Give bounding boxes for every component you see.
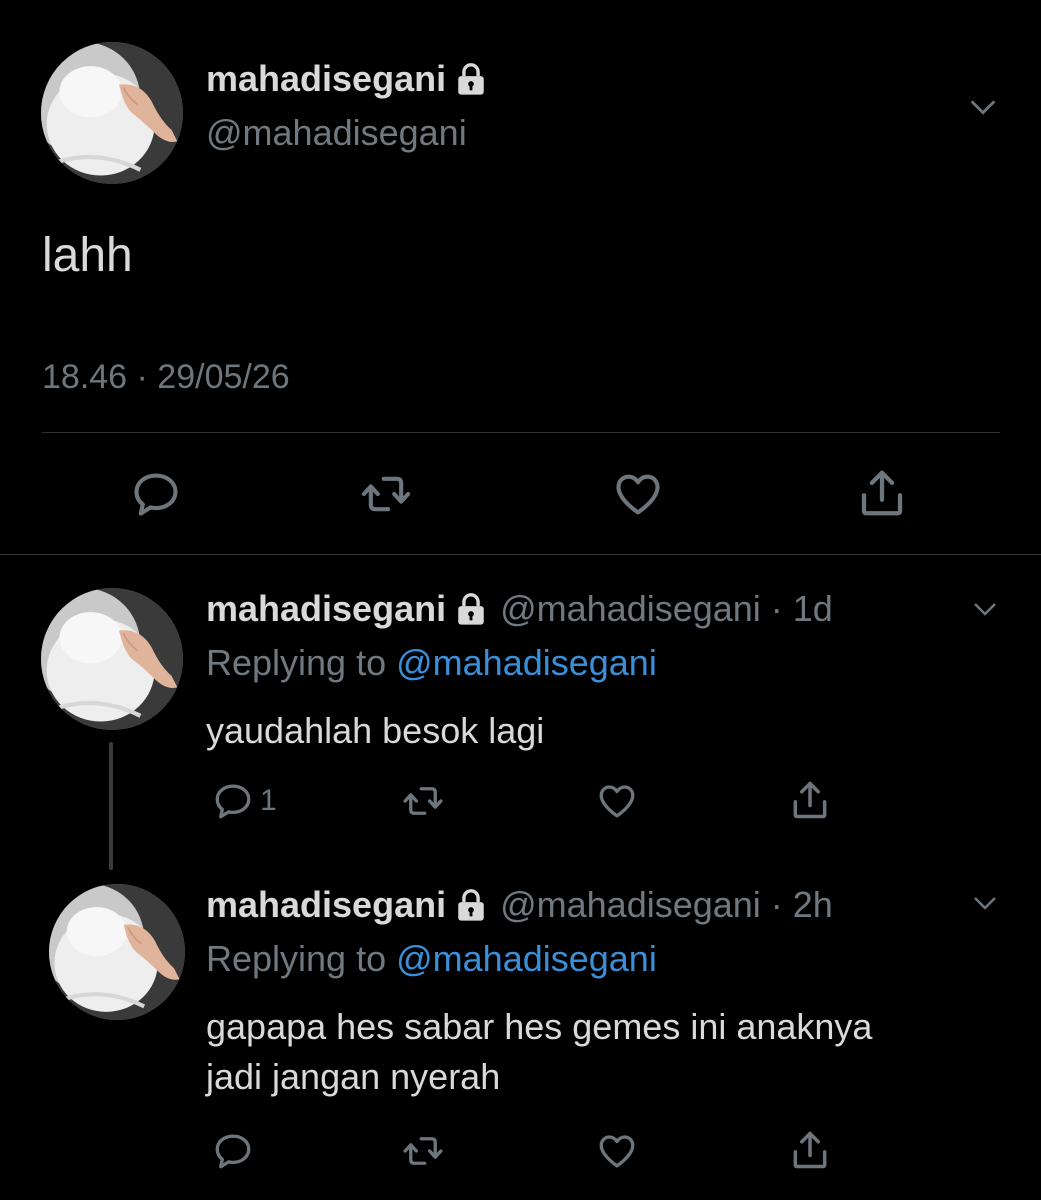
- avatar-image: [41, 42, 183, 184]
- reply-text-line: jadi jangan nyerah: [206, 1056, 501, 1097]
- retweet-icon[interactable]: [398, 780, 448, 822]
- lock-icon: [454, 62, 488, 96]
- display-name[interactable]: mahadisegani: [206, 58, 446, 100]
- share-icon[interactable]: [855, 466, 909, 520]
- retweet-icon[interactable]: [398, 1130, 448, 1172]
- reply-icon[interactable]: [130, 468, 182, 520]
- chevron-down-icon[interactable]: [970, 888, 1000, 918]
- reply-text: gapapa hes sabar hes gemes ini anaknya j…: [206, 1002, 1026, 1102]
- replying-prefix: Replying to: [206, 938, 387, 979]
- tweet-text: lahh: [42, 229, 133, 282]
- share-icon[interactable]: [788, 1128, 832, 1172]
- retweet-icon[interactable]: [356, 468, 416, 520]
- mention-link[interactable]: @mahadisegani: [396, 642, 657, 683]
- handle-time[interactable]: @mahadisegani · 2h: [500, 884, 833, 926]
- chevron-down-icon[interactable]: [970, 594, 1000, 624]
- share-icon[interactable]: [788, 778, 832, 822]
- tweet-timestamp[interactable]: 18.46 · 29/05/26: [42, 358, 290, 397]
- display-name[interactable]: mahadisegani: [206, 588, 446, 630]
- avatar-image: [49, 884, 185, 1020]
- avatar[interactable]: [41, 588, 183, 730]
- like-icon[interactable]: [610, 468, 666, 520]
- avatar-image: [41, 588, 183, 730]
- user-handle[interactable]: @mahadisegani: [206, 112, 467, 154]
- divider: [42, 432, 1000, 433]
- lock-icon: [454, 888, 488, 922]
- avatar[interactable]: [49, 884, 185, 1020]
- handle-time[interactable]: @mahadisegani · 1d: [500, 588, 833, 630]
- like-icon[interactable]: [594, 1130, 640, 1172]
- action-bar: [0, 466, 1041, 522]
- reply-icon[interactable]: [212, 1130, 254, 1172]
- reply-text: yaudahlah besok lagi: [206, 710, 545, 751]
- replying-prefix: Replying to: [206, 642, 387, 683]
- action-bar: [0, 1130, 1041, 1174]
- avatar[interactable]: [41, 42, 183, 184]
- replying-to-line: Replying to @mahadisegani: [206, 642, 657, 684]
- mention-link[interactable]: @mahadisegani: [396, 938, 657, 979]
- lock-icon: [454, 592, 488, 626]
- replying-to-line: Replying to @mahadisegani: [206, 938, 657, 980]
- divider: [0, 554, 1041, 555]
- reply-icon[interactable]: [212, 780, 254, 822]
- chevron-down-icon[interactable]: [966, 90, 1000, 124]
- reply-count: 1: [260, 784, 277, 817]
- reply-text-line: gapapa hes sabar hes gemes ini anaknya: [206, 1006, 873, 1047]
- like-icon[interactable]: [594, 780, 640, 822]
- action-bar: 1: [0, 780, 1041, 824]
- display-name[interactable]: mahadisegani: [206, 884, 446, 926]
